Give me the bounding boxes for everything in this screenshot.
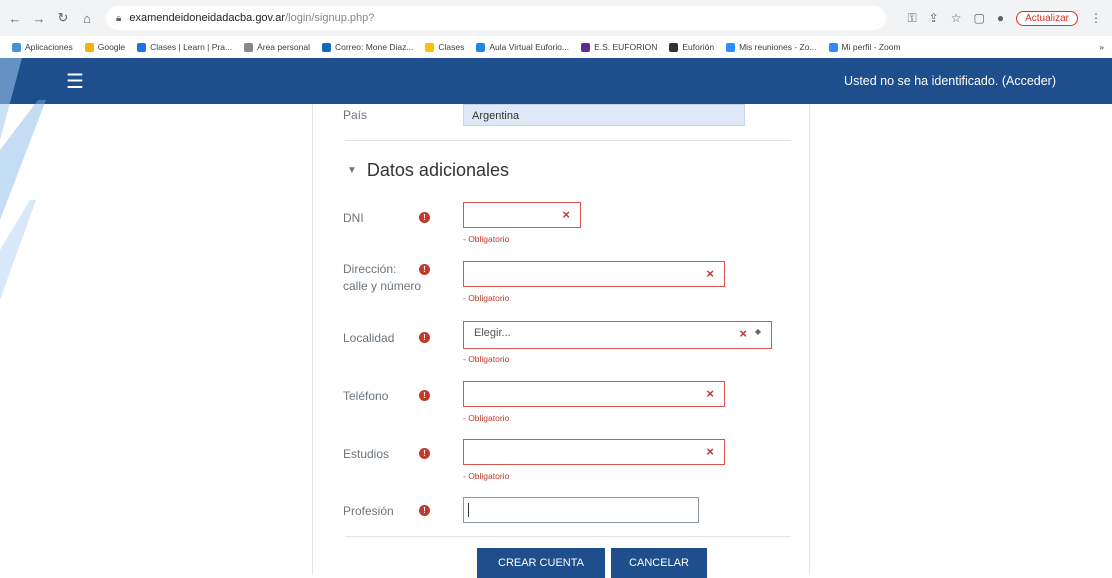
select-arrows-icon: ◆ <box>754 327 761 336</box>
required-icon: ! <box>419 212 430 223</box>
tab-icon[interactable]: ▢ <box>974 11 985 25</box>
star-icon[interactable]: ☆ <box>951 11 962 25</box>
error-x-icon: × <box>706 444 714 459</box>
zoom-icon <box>828 42 838 52</box>
phone-label: Teléfono <box>343 389 389 403</box>
bookmark-item[interactable]: Aplicaciones <box>12 42 73 52</box>
globe-icon <box>669 42 679 52</box>
bookmark-item[interactable]: Clases | Learn | Pra... <box>137 42 232 52</box>
form-divider <box>345 536 791 537</box>
required-icon: ! <box>419 505 430 516</box>
studies-input[interactable]: × <box>463 439 725 465</box>
forward-icon[interactable]: → <box>30 11 48 26</box>
bookmark-item[interactable]: Área personal <box>244 42 310 52</box>
zoom-icon <box>726 42 736 52</box>
bookmark-item[interactable]: Google <box>84 42 125 52</box>
bookmark-item[interactable]: E.S. EUFORION <box>581 42 657 52</box>
locality-label: Localidad <box>343 331 395 345</box>
login-status-text: Usted no se ha identificado. <box>844 74 999 88</box>
error-x-icon: × <box>739 326 747 341</box>
google-icon <box>84 42 94 52</box>
url-domain: examendeidoneidadacba.gov.ar <box>129 12 286 24</box>
address-input[interactable]: × <box>463 261 725 287</box>
studies-label: Estudios <box>343 447 390 461</box>
address-bar[interactable]: 🔒︎ examendeidoneidadacba.gov.ar/login/si… <box>106 6 886 30</box>
bookmark-item[interactable]: Aula Virtual Euforio... <box>476 42 569 52</box>
locality-placeholder: Elegir... <box>474 327 511 339</box>
browser-toolbar: ← → ↻ ⌂ 🔒︎ examendeidoneidadacba.gov.ar /… <box>0 0 1112 37</box>
lock-icon: 🔒︎ <box>116 12 122 24</box>
required-icon: ! <box>419 390 430 401</box>
country-row: País Argentina <box>313 104 809 142</box>
profile-icon[interactable]: ● <box>997 11 1004 25</box>
classroom-icon <box>137 42 147 52</box>
profession-label: Profesión <box>343 504 394 518</box>
home-icon[interactable]: ⌂ <box>78 11 96 26</box>
phone-error: - Obligatorio <box>463 413 510 423</box>
moodle-icon <box>244 42 254 52</box>
more-icon[interactable]: ⋮ <box>1090 11 1102 25</box>
login-link[interactable]: (Acceder) <box>1002 74 1056 88</box>
locality-error: - Obligatorio <box>463 354 510 364</box>
error-x-icon: × <box>706 266 714 281</box>
update-button[interactable]: Actualizar <box>1016 10 1078 26</box>
address-label-line1: Dirección: <box>343 262 397 276</box>
required-icon: ! <box>419 448 430 459</box>
school-icon <box>581 42 591 52</box>
menu-icon[interactable]: ☰ <box>66 69 84 94</box>
address-label-line2: calle y número <box>343 279 422 293</box>
bookmark-item[interactable]: Mi perfil - Zoom <box>828 42 901 52</box>
dni-error: - Obligatorio <box>463 234 510 244</box>
required-icon: ! <box>419 332 430 343</box>
dni-label: DNI <box>343 211 364 225</box>
cloud-icon <box>476 42 486 52</box>
address-error: - Obligatorio <box>463 293 510 303</box>
error-x-icon: × <box>562 207 570 222</box>
url-path: /login/signup.php? <box>285 12 375 24</box>
studies-error: - Obligatorio <box>463 471 510 481</box>
bookmarks-bar: Aplicaciones Google Clases | Learn | Pra… <box>0 36 1112 59</box>
bookmark-item[interactable]: Clases <box>425 42 464 52</box>
signup-form: País Argentina ▼ Datos adicionales DNI !… <box>312 104 810 578</box>
profession-input[interactable] <box>463 497 699 523</box>
section-divider <box>345 140 791 141</box>
back-icon[interactable]: ← <box>6 11 24 26</box>
apps-icon <box>12 42 21 52</box>
bookmark-item[interactable]: Correo: Mone Diaz... <box>321 42 413 52</box>
required-icon: ! <box>419 264 430 275</box>
error-x-icon: × <box>706 386 714 401</box>
bookmarks-more-icon[interactable]: » <box>1099 42 1104 52</box>
text-cursor <box>468 503 469 517</box>
folder-icon <box>425 42 435 52</box>
country-label: País <box>343 108 368 122</box>
login-status: Usted no se ha identificado. (Acceder) <box>844 74 1056 88</box>
collapse-caret-icon: ▼ <box>347 165 357 176</box>
locality-select[interactable]: Elegir... × ◆ <box>463 321 772 349</box>
address-label: Dirección: calle y número <box>343 261 421 295</box>
phone-input[interactable]: × <box>463 381 725 407</box>
outlook-icon <box>321 42 331 52</box>
reload-icon[interactable]: ↻ <box>54 10 72 26</box>
share-icon[interactable]: ⇪ <box>929 11 939 25</box>
section-header-datos-adicionales[interactable]: ▼ Datos adicionales <box>347 160 509 181</box>
cancel-button[interactable]: CANCELAR <box>611 548 707 578</box>
create-account-button[interactable]: CREAR CUENTA <box>477 548 605 578</box>
bookmark-item[interactable]: Euforión <box>669 42 714 52</box>
dni-input[interactable]: × <box>463 202 581 228</box>
country-select[interactable]: Argentina <box>463 104 745 126</box>
site-header: ☰ Usted no se ha identificado. (Acceder) <box>0 58 1112 104</box>
bookmark-item[interactable]: Mis reuniones - Zo... <box>726 42 817 52</box>
key-icon[interactable]: ⚿ <box>908 11 917 26</box>
section-title: Datos adicionales <box>366 160 509 180</box>
